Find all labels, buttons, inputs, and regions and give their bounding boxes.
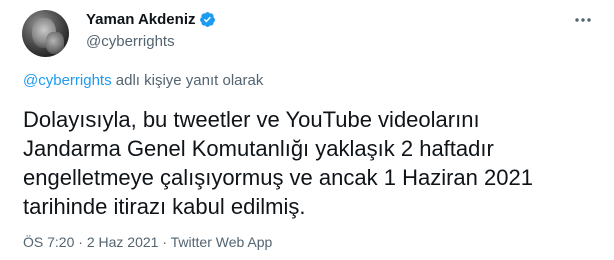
tweet-source-link[interactable]: Twitter Web App: [171, 234, 273, 250]
verified-badge-icon: [199, 11, 216, 28]
tweet-metadata: ÖS 7:20 · 2 Haz 2021 · Twitter Web App: [23, 234, 272, 250]
tweet-date-link[interactable]: 2 Haz 2021: [87, 234, 159, 250]
author-handle[interactable]: @cyberrights: [86, 33, 175, 50]
avatar-hand: [46, 32, 64, 54]
more-options-icon[interactable]: [572, 12, 594, 28]
author-name-row: Yaman Akdeniz: [86, 11, 216, 28]
reply-context-suffix: adlı kişiye yanıt olarak: [111, 72, 264, 89]
tweet-time-link[interactable]: ÖS 7:20: [23, 234, 74, 250]
avatar[interactable]: [22, 10, 69, 57]
meta-separator: ·: [74, 234, 87, 250]
reply-mention-link[interactable]: @cyberrights: [23, 72, 112, 89]
author-display-name[interactable]: Yaman Akdeniz: [86, 11, 195, 28]
tweet-text: Dolayısıyla, bu tweetler ve YouTube vide…: [23, 107, 533, 219]
meta-separator: ·: [158, 234, 171, 250]
reply-context: @cyberrights adlı kişiye yanıt olarak: [23, 72, 263, 89]
